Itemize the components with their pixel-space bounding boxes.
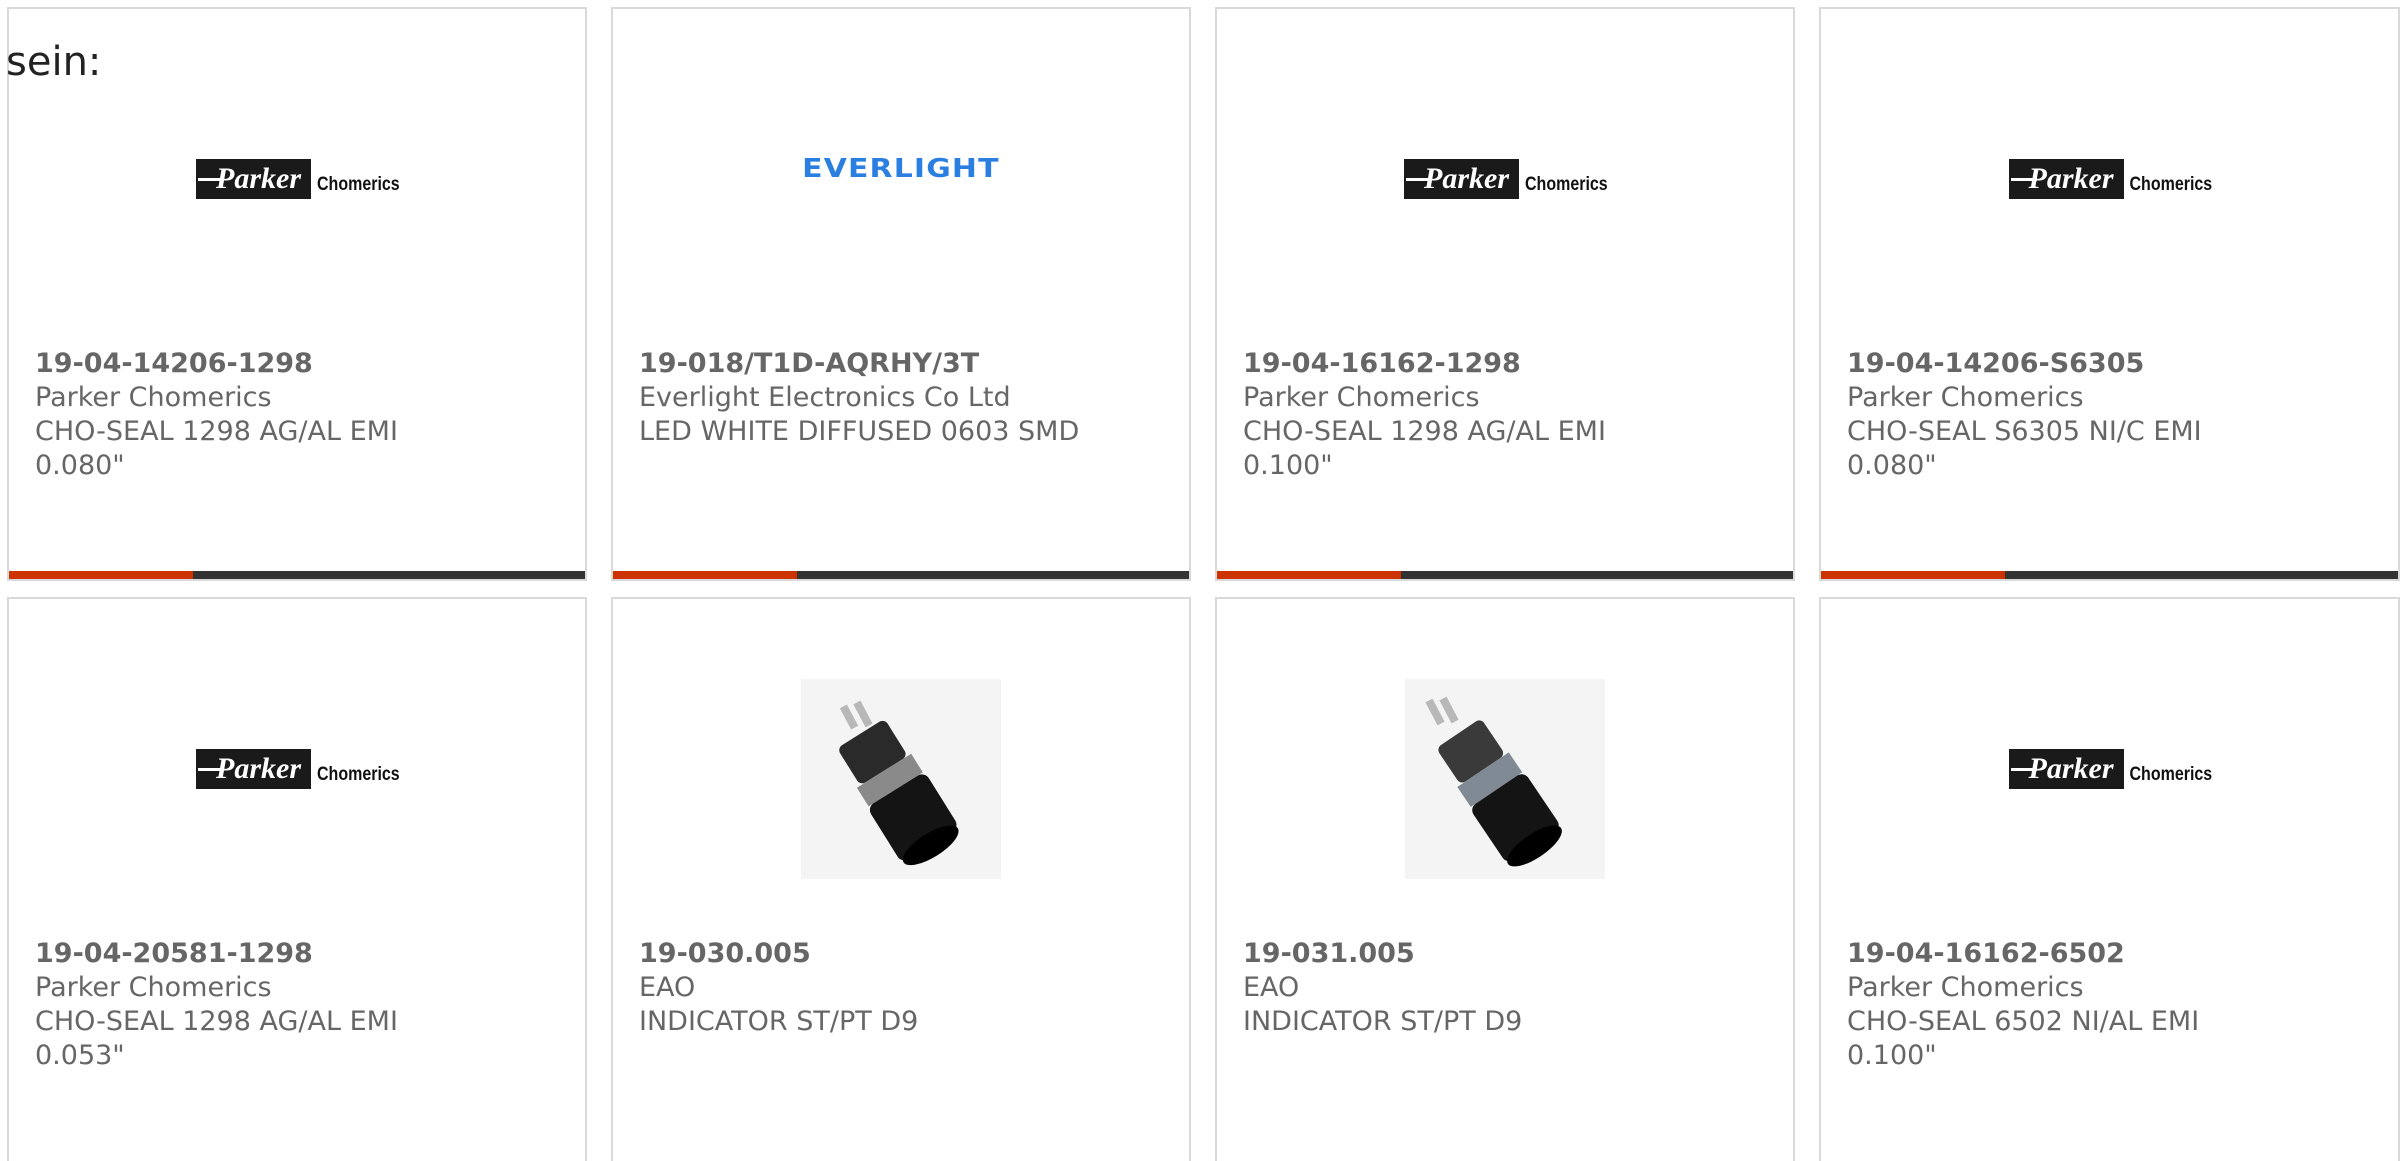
card-bottom-bar	[613, 571, 1189, 579]
product-info: 19-04-16162-6502 Parker Chomerics CHO-SE…	[1847, 937, 2378, 1073]
product-image: Parker Chomerics	[9, 599, 585, 939]
everlight-logo: EVERLIGHT	[802, 154, 1000, 184]
product-image	[1217, 599, 1793, 939]
parker-chomerics-logo: Parker Chomerics	[2008, 749, 2213, 789]
product-card[interactable]: Parker Chomerics 19-04-14206-S6305 Parke…	[1819, 7, 2400, 581]
product-grid-page: sein: Parker Chomerics 19-04-14206-1298 …	[0, 0, 2400, 1161]
logo-sub: Chomerics	[317, 174, 400, 195]
logo-sub: Chomerics	[1525, 174, 1608, 195]
logo-mark: Parker	[2008, 749, 2124, 789]
intro-text: sein:	[6, 39, 102, 85]
description-line1: CHO-SEAL S6305 NI/C EMI	[1847, 416, 2202, 447]
description-line1: INDICATOR ST/PT D9	[1243, 1006, 1523, 1037]
logo-mark: Parker	[1404, 159, 1519, 199]
card-bottom-bar	[1217, 571, 1793, 579]
product-info: 19-04-14206-S6305 Parker Chomerics CHO-S…	[1847, 347, 2378, 483]
part-number[interactable]: 19-04-16162-1298	[1243, 347, 1773, 381]
part-number[interactable]: 19-04-20581-1298	[35, 937, 565, 971]
description-line2: 0.100"	[1243, 450, 1333, 481]
part-number[interactable]: 19-04-16162-6502	[1847, 937, 2378, 971]
manufacturer: Parker Chomerics	[1847, 972, 2084, 1003]
description-line2: 0.053"	[35, 1040, 125, 1071]
part-number[interactable]: 19-018/T1D-AQRHY/3T	[639, 347, 1169, 381]
logo-sub: Chomerics	[317, 764, 400, 785]
parker-chomerics-logo: Parker Chomerics	[1404, 159, 1608, 199]
card-bottom-bar	[1821, 571, 2398, 579]
card-accent	[1217, 571, 1401, 579]
part-number[interactable]: 19-030.005	[639, 937, 1169, 971]
card-accent	[1821, 571, 2005, 579]
logo-sub: Chomerics	[2129, 764, 2213, 785]
product-info: 19-030.005 EAO INDICATOR ST/PT D9	[639, 937, 1169, 1039]
description-line2: 0.080"	[1847, 450, 1937, 481]
description-line2: 0.100"	[1847, 1040, 1937, 1071]
part-number[interactable]: 19-04-14206-S6305	[1847, 347, 2378, 381]
product-image	[613, 599, 1189, 939]
indicator-photo	[1405, 679, 1605, 879]
manufacturer: Parker Chomerics	[35, 972, 272, 1003]
logo-mark: Parker	[2008, 159, 2124, 199]
indicator-photo	[801, 679, 1001, 879]
product-card[interactable]: Parker Chomerics 19-04-16162-6502 Parker…	[1819, 597, 2400, 1161]
card-accent	[613, 571, 797, 579]
manufacturer: Parker Chomerics	[1243, 382, 1480, 413]
card-accent	[9, 571, 193, 579]
parker-chomerics-logo: Parker Chomerics	[196, 159, 400, 199]
product-info: 19-04-16162-1298 Parker Chomerics CHO-SE…	[1243, 347, 1773, 483]
product-card[interactable]: Parker Chomerics 19-04-14206-1298 Parker…	[7, 7, 587, 581]
product-card[interactable]: Parker Chomerics 19-04-20581-1298 Parker…	[7, 597, 587, 1161]
logo-mark: Parker	[196, 749, 311, 789]
description-line1: CHO-SEAL 1298 AG/AL EMI	[1243, 416, 1606, 447]
manufacturer: EAO	[639, 972, 696, 1003]
logo-mark: Parker	[196, 159, 311, 199]
product-image: EVERLIGHT	[613, 9, 1189, 349]
logo-sub: Chomerics	[2129, 174, 2213, 195]
part-number[interactable]: 19-031.005	[1243, 937, 1773, 971]
manufacturer: Parker Chomerics	[1847, 382, 2084, 413]
part-number[interactable]: 19-04-14206-1298	[35, 347, 565, 381]
description-line1: CHO-SEAL 1298 AG/AL EMI	[35, 416, 398, 447]
product-card[interactable]: 19-031.005 EAO INDICATOR ST/PT D9	[1215, 597, 1795, 1161]
product-card[interactable]: 19-030.005 EAO INDICATOR ST/PT D9	[611, 597, 1191, 1161]
product-card[interactable]: EVERLIGHT 19-018/T1D-AQRHY/3T Everlight …	[611, 7, 1191, 581]
description-line1: LED WHITE DIFFUSED 0603 SMD	[639, 416, 1080, 447]
product-info: 19-04-20581-1298 Parker Chomerics CHO-SE…	[35, 937, 565, 1073]
description-line2: 0.080"	[35, 450, 125, 481]
product-info: 19-031.005 EAO INDICATOR ST/PT D9	[1243, 937, 1773, 1039]
manufacturer: EAO	[1243, 972, 1300, 1003]
product-image: Parker Chomerics	[1217, 9, 1793, 349]
manufacturer: Everlight Electronics Co Ltd	[639, 382, 1011, 413]
description-line1: INDICATOR ST/PT D9	[639, 1006, 919, 1037]
parker-chomerics-logo: Parker Chomerics	[196, 749, 400, 789]
product-info: 19-04-14206-1298 Parker Chomerics CHO-SE…	[35, 347, 565, 483]
description-line1: CHO-SEAL 6502 NI/AL EMI	[1847, 1006, 2200, 1037]
card-bottom-bar	[9, 571, 585, 579]
parker-chomerics-logo: Parker Chomerics	[2008, 159, 2213, 199]
product-image: Parker Chomerics	[1821, 9, 2398, 349]
product-image: Parker Chomerics	[1821, 599, 2398, 939]
description-line1: CHO-SEAL 1298 AG/AL EMI	[35, 1006, 398, 1037]
manufacturer: Parker Chomerics	[35, 382, 272, 413]
product-card[interactable]: Parker Chomerics 19-04-16162-1298 Parker…	[1215, 7, 1795, 581]
product-info: 19-018/T1D-AQRHY/3T Everlight Electronic…	[639, 347, 1169, 449]
